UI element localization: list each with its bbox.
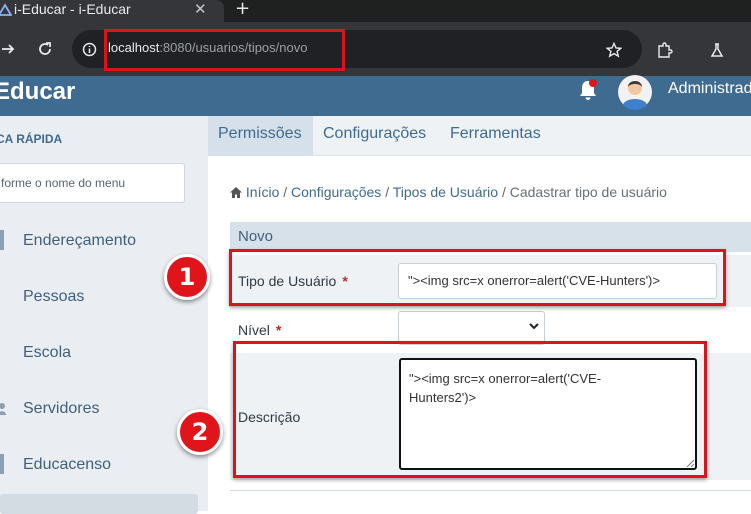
breadcrumb-configuracoes[interactable]: Configurações — [291, 184, 381, 200]
map-icon — [0, 230, 4, 250]
sidebar: CA RÁPIDA forme o nome do menu Endereçam… — [0, 116, 208, 514]
forward-icon[interactable] — [0, 41, 16, 57]
reload-icon[interactable] — [37, 41, 53, 57]
sidebar-item-label: Escola — [23, 344, 72, 361]
breadcrumb-separator: / — [501, 184, 506, 200]
sidebar-item-label: Endereçamento — [23, 232, 136, 249]
favicon-icon — [0, 3, 12, 16]
browser-tab-strip: i-Educar - i-Educar ✕ + — [0, 0, 751, 22]
sidebar-item-educacenso[interactable]: Educacenso — [0, 448, 208, 488]
breadcrumb: Início / Configurações / Tipos de Usuári… — [230, 184, 667, 200]
annotation-badge-1: 1 — [164, 254, 210, 300]
tab-configuracoes[interactable]: Configurações — [313, 116, 436, 156]
avatar[interactable] — [617, 74, 653, 110]
nivel-select[interactable] — [398, 311, 545, 345]
breadcrumb-current: Cadastrar tipo de usuário — [509, 184, 667, 200]
site-info-icon[interactable] — [82, 42, 97, 57]
breadcrumb-separator: / — [283, 184, 288, 200]
tab-permissoes[interactable]: Permissões — [208, 116, 313, 156]
chevron-down-icon — [529, 323, 539, 330]
sidebar-item-label: Educacenso — [23, 456, 112, 473]
tab-ferramentas[interactable]: Ferramentas — [440, 116, 551, 156]
annotation-box-2 — [233, 341, 707, 478]
main-nav: Permissões Configurações Ferramentas — [208, 116, 751, 156]
browser-tab[interactable]: i-Educar - i-Educar ✕ — [0, 0, 224, 22]
notification-dot — [589, 79, 597, 87]
home-icon[interactable] — [230, 187, 242, 198]
sidebar-item-escola[interactable]: Escola — [0, 336, 208, 376]
census-icon — [0, 454, 4, 474]
nivel-label-text: Nível — [238, 322, 270, 338]
brand-logo[interactable]: Educar — [0, 78, 75, 106]
quick-access-label: CA RÁPIDA — [0, 132, 63, 146]
user-name[interactable]: Administrad — [668, 80, 751, 98]
breadcrumb-separator: / — [385, 184, 390, 200]
tab-title: i-Educar - i-Educar — [14, 1, 131, 17]
notification-bell-icon[interactable] — [577, 78, 599, 102]
extensions-icon[interactable] — [656, 42, 673, 59]
menu-search-placeholder: forme o nome do menu — [1, 176, 126, 190]
form-section-header: Novo — [230, 222, 751, 252]
annotation-badge-2: 2 — [177, 409, 223, 455]
url-annotation-box — [104, 29, 345, 71]
sidebar-item-selected[interactable] — [0, 494, 198, 514]
app-header: Educar Administrad — [0, 74, 751, 116]
form-section-title: Novo — [238, 228, 274, 245]
sidebar-item-label: Pessoas — [23, 288, 85, 305]
bookmark-star-icon[interactable] — [606, 42, 622, 58]
breadcrumb-inicio[interactable]: Início — [246, 184, 279, 200]
labs-flask-icon[interactable] — [709, 42, 725, 58]
annotation-box-1 — [229, 249, 726, 306]
sidebar-item-label: Servidores — [23, 400, 100, 417]
new-tab-button[interactable]: + — [235, 0, 250, 19]
required-mark: * — [275, 322, 282, 338]
person-icon — [0, 403, 6, 415]
breadcrumb-tipos[interactable]: Tipos de Usuário — [393, 184, 498, 200]
form-divider — [230, 490, 751, 491]
menu-search-input[interactable]: forme o nome do menu — [0, 163, 185, 203]
tab-close-icon[interactable]: ✕ — [194, 0, 207, 18]
